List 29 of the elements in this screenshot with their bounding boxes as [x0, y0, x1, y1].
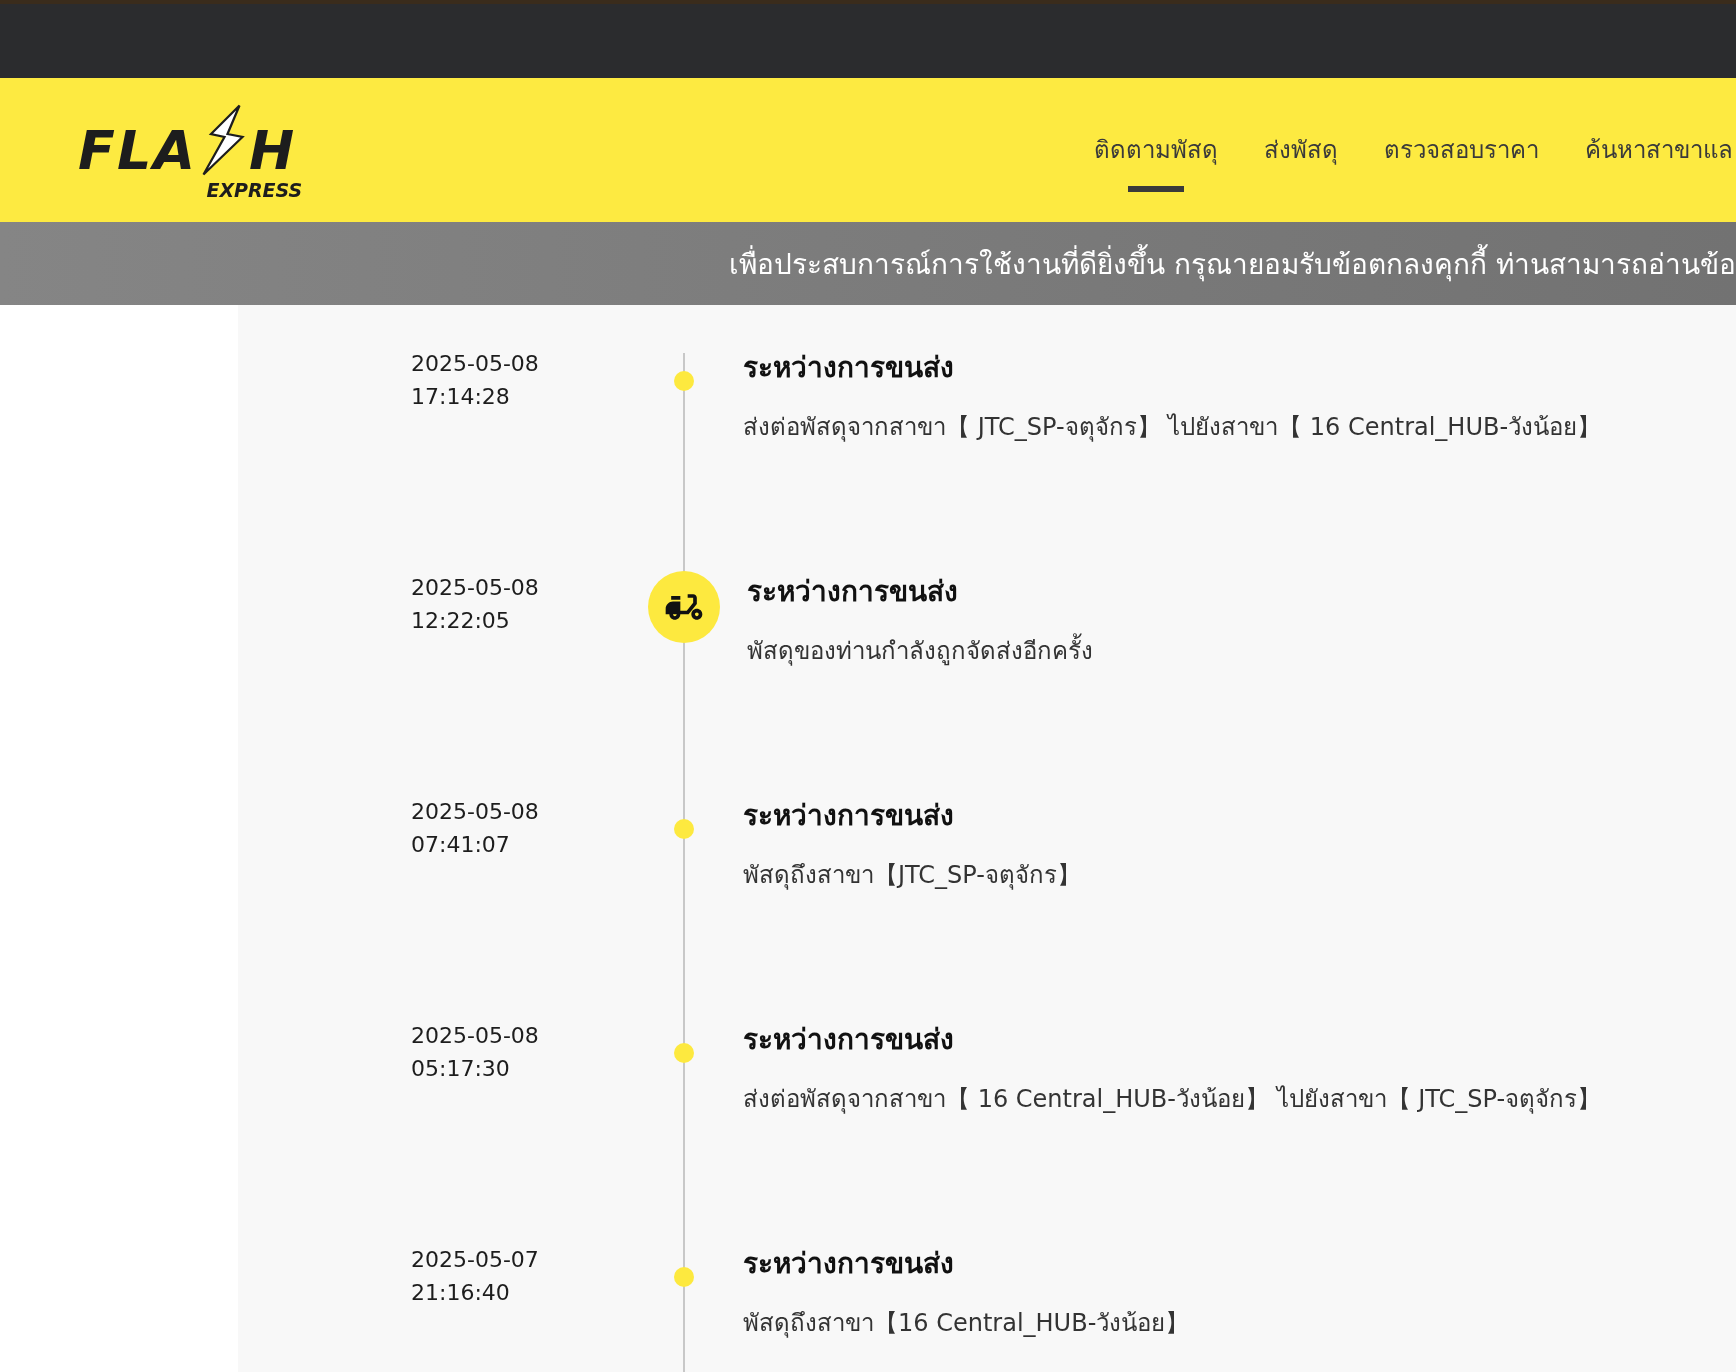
event-time: 07:41:07	[411, 832, 511, 857]
event-time: 21:16:40	[411, 1280, 511, 1305]
event-status: ระหว่างการขนส่ง	[743, 1022, 955, 1058]
event-status: ระหว่างการขนส่ง	[743, 1246, 955, 1282]
event-detail: ส่งต่อพัสดุจากสาขา【 16 Central_HUB-วังน้อย】 ไปยังสาขา【 JTC_SP-จตุจักร】	[743, 1084, 1603, 1116]
event-date: 2025-05-08	[411, 1023, 540, 1048]
timeline-dot	[674, 819, 694, 839]
event-date: 2025-05-08	[411, 575, 540, 600]
event-date: 2025-05-08	[411, 351, 540, 376]
event-detail: ส่งต่อพัสดุจากสาขา【 JTC_SP-จตุจักร】 ไปยังสาขา【 16 Central_HUB-วังน้อย】	[743, 412, 1603, 444]
event-status: ระหว่างการขนส่ง	[743, 350, 955, 386]
event-detail: พัสดุถึงสาขา【JTC_SP-จตุจักร】	[743, 860, 1082, 892]
event-date: 2025-05-08	[411, 799, 540, 824]
nav-link[interactable]: ติดตามพัสดุ	[1093, 132, 1219, 168]
event-date: 2025-05-07	[411, 1247, 540, 1272]
nav-link[interactable]: ค้นหาสาขาแล	[1584, 132, 1734, 168]
event-status: ระหว่างการขนส่ง	[747, 574, 959, 610]
event-time: 17:14:28	[411, 384, 511, 409]
event-detail: พัสดุของท่านกำลังถูกจัดส่งอีกครั้ง	[747, 631, 1736, 670]
event-time: 12:22:05	[411, 608, 511, 633]
timeline-dot	[674, 1267, 694, 1287]
event-time: 05:17:30	[411, 1056, 511, 1081]
nav-link[interactable]: ส่งพัสดุ	[1263, 132, 1339, 168]
timeline-dot	[674, 371, 694, 391]
event-status: ระหว่างการขนส่ง	[743, 798, 955, 834]
nav-link[interactable]: ตรวจสอบราคา	[1383, 132, 1540, 168]
timeline-dot	[674, 1043, 694, 1063]
cookie-notice-text: เพื่อประสบการณ์การใช้งานที่ดียิ่งขึ้น กรุณายอมรับข้อตกลงคุกกี้ ท่านสามารถอ่านข้อ	[729, 241, 1736, 286]
event-detail: พัสดุถึงสาขา【16 Central_HUB-วังน้อย】	[743, 1308, 1191, 1340]
